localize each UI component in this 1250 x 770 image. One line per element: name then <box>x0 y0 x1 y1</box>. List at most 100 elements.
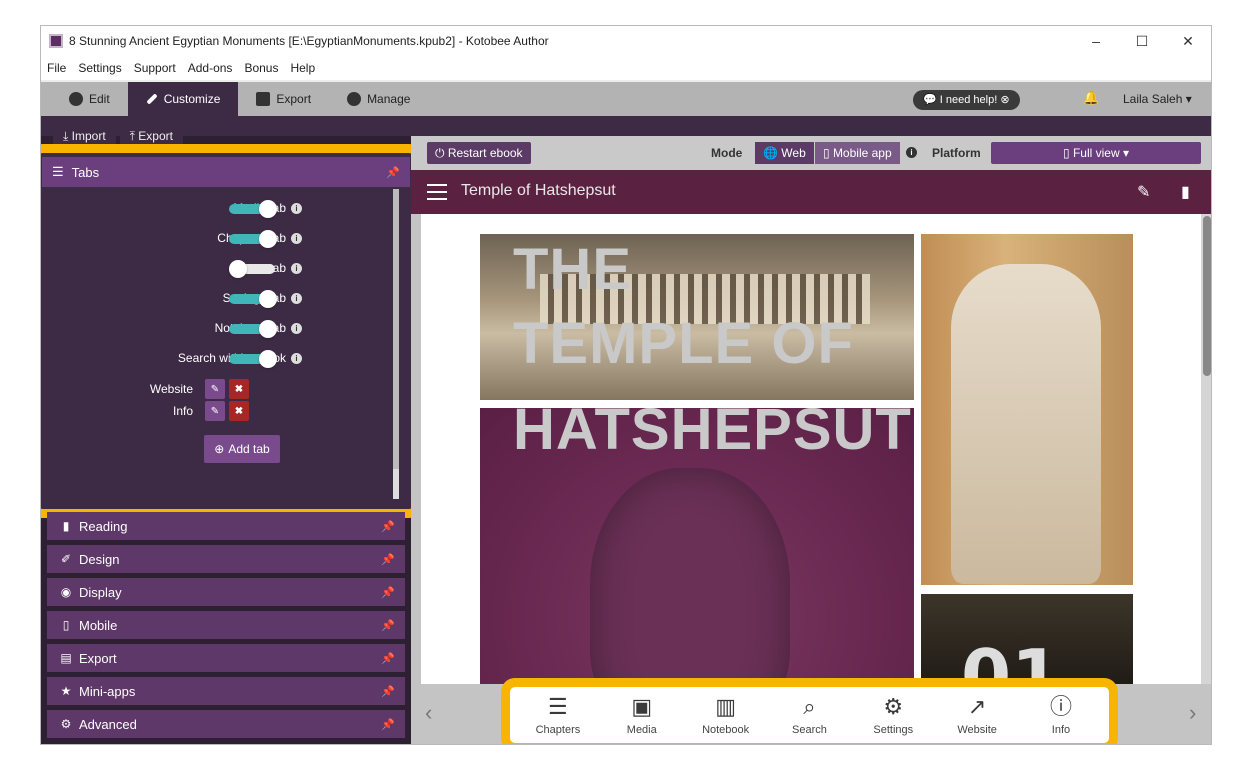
tab-export-label: Export <box>276 92 312 106</box>
restart-label: Restart ebook <box>447 146 523 160</box>
info-icon[interactable]: i <box>291 262 302 274</box>
pin-icon[interactable]: 📌 <box>381 586 395 599</box>
section-advanced[interactable]: ⚙ Advanced 📌 <box>47 710 405 738</box>
chapters-tab-switch[interactable] <box>229 230 277 248</box>
menu-support[interactable]: Support <box>134 61 176 75</box>
platform-select[interactable]: ▯ Full view ▾ <box>991 142 1201 164</box>
next-page-icon[interactable]: › <box>1189 700 1196 726</box>
edit-icon[interactable]: ✎ <box>205 401 225 421</box>
search-within-switch[interactable] <box>229 350 277 368</box>
cover-number: 01 <box>961 634 1062 684</box>
ebook-title: Temple of Hatshepsut <box>461 182 616 199</box>
delete-icon[interactable]: ✖ <box>229 401 249 421</box>
list-icon: ☰ <box>548 694 568 719</box>
prev-page-icon[interactable]: ‹ <box>425 700 432 726</box>
hamburger-icon[interactable] <box>427 184 447 200</box>
info-icon[interactable]: i <box>291 202 302 214</box>
platform-value: Full view <box>1072 146 1120 160</box>
tab-customize[interactable]: Customize <box>127 82 239 116</box>
user-name: Laila Saleh <box>1123 92 1183 106</box>
caret-down-icon: ▾ <box>1185 92 1192 106</box>
section-display[interactable]: ◉ Display 📌 <box>47 578 405 606</box>
search-icon: ⌕ <box>803 694 816 719</box>
restart-ebook-button[interactable]: ⏻ Restart ebook <box>427 142 531 164</box>
pin-icon[interactable]: 📌 <box>381 520 395 533</box>
ebook-preview: ⏻ Restart ebook Mode 🌐 Web ▯ Mobile app … <box>411 136 1211 744</box>
mobile-icon <box>256 92 271 106</box>
share-tab-switch[interactable] <box>229 260 277 278</box>
mode-web-label: Web <box>781 146 806 160</box>
menu-help[interactable]: Help <box>290 61 315 75</box>
minimize-button[interactable]: – <box>1073 26 1119 56</box>
panel-scrollbar-thumb[interactable] <box>393 189 399 469</box>
tab-manage-label: Manage <box>367 92 411 106</box>
bottom-tab-info[interactable]: ⓘ Info <box>1021 694 1101 736</box>
bottom-tab-chapters[interactable]: ☰ Chapters <box>518 694 598 736</box>
info-icon[interactable]: i <box>906 147 917 158</box>
bottom-tab-website[interactable]: ↗ Website <box>937 694 1017 736</box>
pin-icon[interactable]: 📌 <box>381 553 395 566</box>
power-icon: ⏻ <box>435 146 448 160</box>
info-icon[interactable]: i <box>291 292 302 304</box>
preview-scrollbar[interactable] <box>1201 214 1211 684</box>
mode-web-button[interactable]: 🌐 Web <box>755 142 814 164</box>
window-title: 8 Stunning Ancient Egyptian Monuments [E… <box>69 34 549 48</box>
menu-settings[interactable]: Settings <box>78 61 121 75</box>
bottom-tab-media[interactable]: ▣ Media <box>602 694 682 736</box>
info-icon[interactable]: i <box>291 322 302 334</box>
info-icon: ⓘ <box>1049 694 1072 719</box>
tab-export[interactable]: Export <box>238 82 329 116</box>
plus-circle-icon: ⊕ <box>214 442 225 456</box>
edit-icon[interactable]: ✎ <box>205 379 225 399</box>
menu-addons[interactable]: Add-ons <box>188 61 233 75</box>
info-icon[interactable]: i <box>291 352 302 364</box>
menu-file[interactable]: File <box>47 61 66 75</box>
info-icon[interactable]: i <box>291 232 302 244</box>
bookmark-icon[interactable]: ▮ <box>1181 182 1199 201</box>
menu-bonus[interactable]: Bonus <box>244 61 278 75</box>
sub-toolbar <box>41 116 1211 136</box>
maximize-button[interactable]: ☐ <box>1119 26 1165 56</box>
section-mobile[interactable]: ▯ Mobile 📌 <box>47 611 405 639</box>
section-export[interactable]: ▤ Export 📌 <box>47 644 405 672</box>
bottom-tab-settings[interactable]: ⚙ Settings <box>853 694 933 736</box>
section-label: Reading <box>79 518 128 534</box>
tabs-section-title: Tabs <box>71 164 100 180</box>
app-logo-icon <box>49 34 63 48</box>
pin-icon[interactable]: 📌 <box>381 652 395 665</box>
tab-manage[interactable]: Manage <box>329 82 428 116</box>
delete-icon[interactable]: ✖ <box>229 379 249 399</box>
section-reading[interactable]: ▮ Reading 📌 <box>47 512 405 540</box>
section-design[interactable]: ✐ Design 📌 <box>47 545 405 573</box>
export-label: Export <box>138 129 173 143</box>
section-label: Export <box>79 650 117 666</box>
mobile-icon: ▯ <box>1063 146 1073 160</box>
cover-title-line3: HATSHEPSUT <box>513 397 912 462</box>
tabs-section-header[interactable]: ☰ Tabs 📌 <box>42 157 410 187</box>
help-button[interactable]: 💬 I need help! ⊗ <box>913 90 1020 110</box>
close-button[interactable]: ✕ <box>1165 26 1211 56</box>
preview-toolbar: ⏻ Restart ebook Mode 🌐 Web ▯ Mobile app … <box>411 136 1211 170</box>
image-icon: ▣ <box>631 694 653 719</box>
bottom-tab-label: Notebook <box>702 724 750 736</box>
notebook-tab-switch[interactable] <box>229 320 277 338</box>
tab-edit[interactable]: Edit <box>51 82 128 116</box>
add-tab-button[interactable]: ⊕ Add tab <box>204 435 280 463</box>
pin-icon[interactable]: 📌 <box>381 619 395 632</box>
mode-mobile-button[interactable]: ▯ Mobile app <box>815 142 900 164</box>
bottom-tab-search[interactable]: ⌕ Search <box>769 694 849 736</box>
import-label: Import <box>71 129 106 143</box>
user-menu[interactable]: Laila Saleh ▾ <box>1123 92 1192 106</box>
settings-tab-switch[interactable] <box>229 290 277 308</box>
bottom-tab-notebook[interactable]: ▥ Notebook <box>686 694 766 736</box>
bell-icon[interactable]: 🔔 <box>1083 90 1099 106</box>
eye-icon: ◉ <box>60 585 72 599</box>
media-tab-switch[interactable] <box>229 200 277 218</box>
section-mini-apps[interactable]: ★ Mini-apps 📌 <box>47 677 405 705</box>
user-icon <box>347 92 362 106</box>
bottom-tab-label: Media <box>626 724 657 736</box>
pin-icon[interactable]: 📌 <box>381 718 395 731</box>
pin-icon[interactable]: 📌 <box>381 685 395 698</box>
pin-icon[interactable]: 📌 <box>386 166 400 179</box>
edit-note-icon[interactable]: ✎ <box>1137 182 1155 201</box>
